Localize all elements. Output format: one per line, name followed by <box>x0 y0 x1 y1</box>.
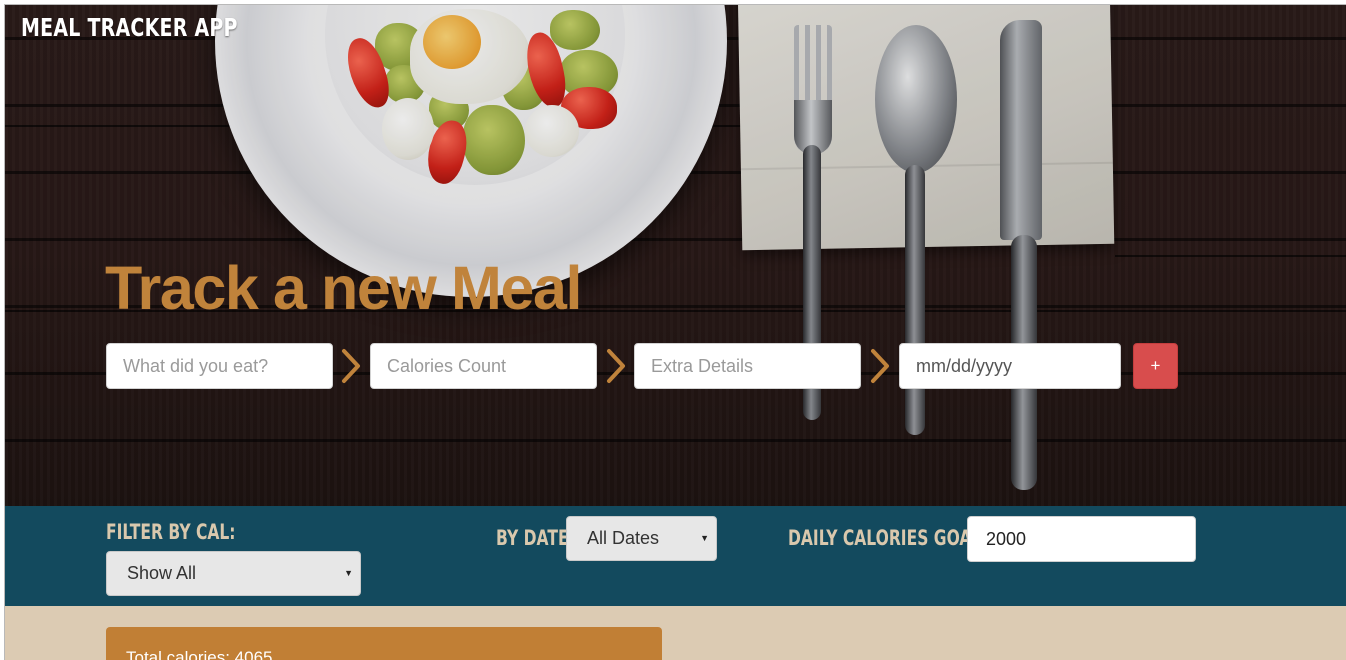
calorie-filter-value: Show All <box>127 563 197 583</box>
filter-date-label: BY DATE <box>496 526 569 550</box>
app-frame: MEAL TRACKER APP Track a new Meal mm/dd/… <box>4 4 1346 660</box>
app-title[interactable]: MEAL TRACKER APP <box>21 13 238 42</box>
hero-title: Track a new Meal <box>105 254 582 322</box>
meal-name-input[interactable] <box>106 343 333 389</box>
filter-bar: FILTER BY CAL: Show All ▼ BY DATE All Da… <box>5 506 1346 606</box>
add-meal-button[interactable]: + <box>1133 343 1178 389</box>
calories-input[interactable] <box>370 343 597 389</box>
total-calories-card: Total calories: 4065 <box>106 627 662 660</box>
chevron-right-icon <box>871 349 889 383</box>
calorie-goal-input[interactable]: 2000 <box>967 516 1196 562</box>
caret-down-icon: ▼ <box>344 568 353 578</box>
total-calories-text: Total calories: 4065 <box>126 648 273 660</box>
chevron-right-icon <box>342 349 360 383</box>
calorie-filter-select[interactable]: Show All ▼ <box>106 551 361 596</box>
caret-down-icon: ▼ <box>700 533 709 543</box>
filter-calories-label: FILTER BY CAL: <box>106 520 236 544</box>
date-filter-select[interactable]: All Dates ▼ <box>566 516 717 561</box>
hero-section: MEAL TRACKER APP Track a new Meal mm/dd/… <box>5 5 1346 506</box>
date-filter-value: All Dates <box>587 528 660 548</box>
calorie-goal-label: DAILY CALORIES GOAL: <box>788 526 988 550</box>
details-input[interactable] <box>634 343 861 389</box>
date-input[interactable]: mm/dd/yyyy <box>899 343 1121 389</box>
content-area: Total calories: 4065 <box>5 606 1346 660</box>
chevron-right-icon <box>607 349 625 383</box>
